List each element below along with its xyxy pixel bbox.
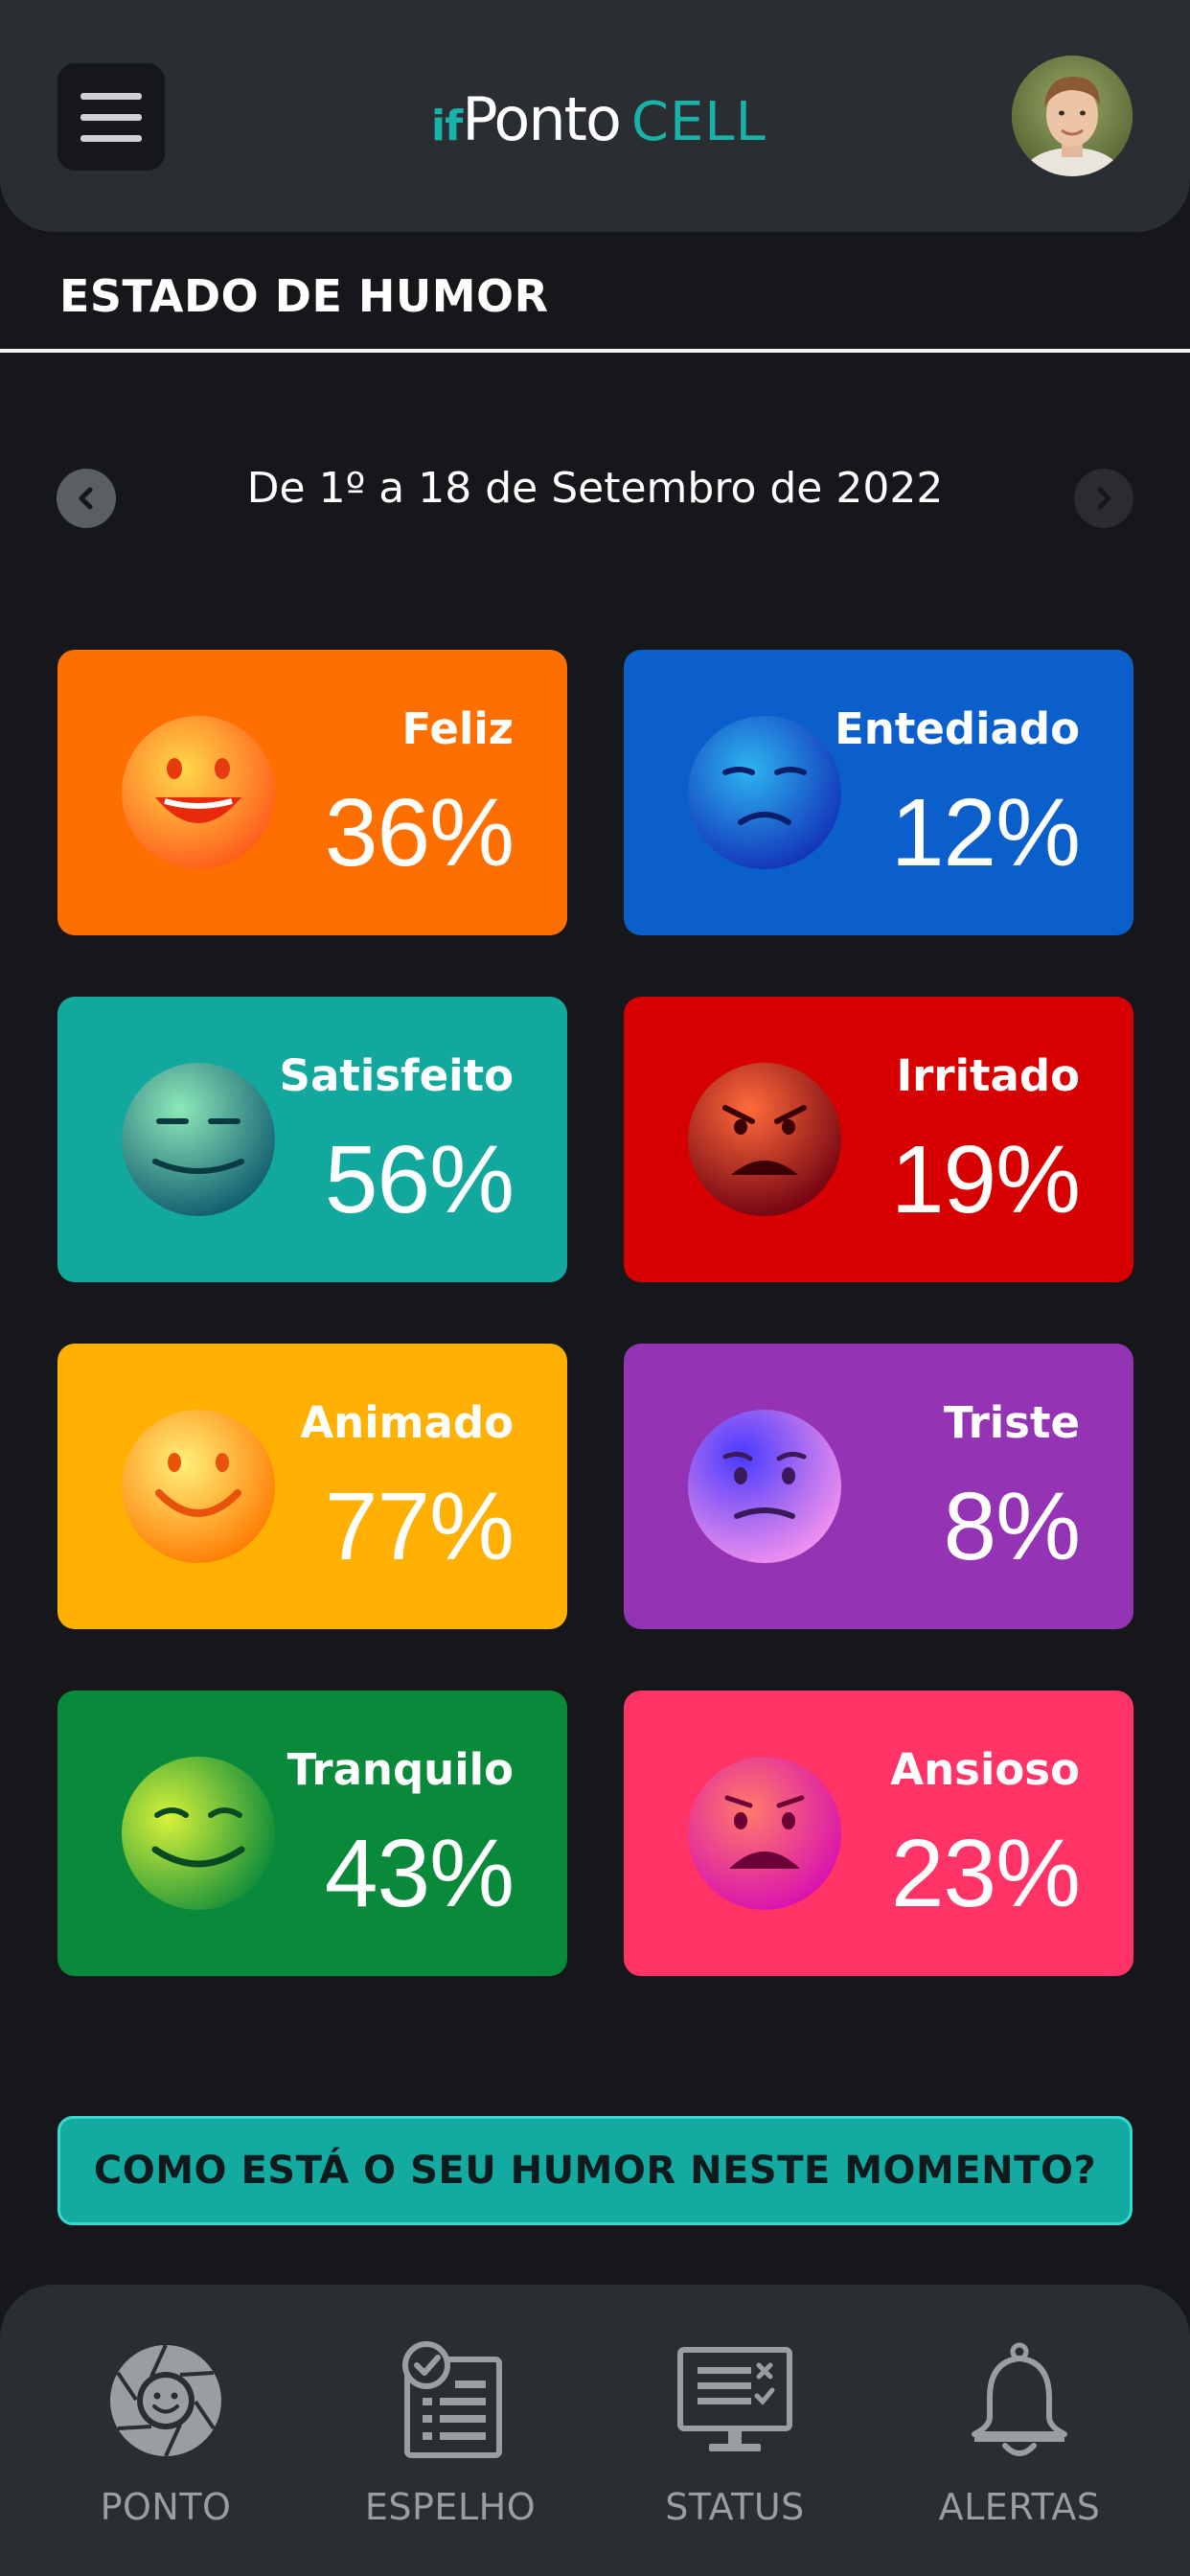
mood-label: Entediado: [835, 703, 1080, 754]
excited-face-icon: [121, 1409, 276, 1564]
user-avatar[interactable]: [1012, 56, 1133, 176]
mood-card-ansioso[interactable]: Ansioso 23%: [624, 1690, 1133, 1976]
mood-card-triste[interactable]: Triste 8%: [624, 1344, 1133, 1629]
satisfied-face-icon: [121, 1062, 276, 1217]
mood-label: Triste: [943, 1397, 1080, 1448]
mood-percent: 56%: [324, 1126, 515, 1233]
mood-percent: 8%: [943, 1473, 1081, 1580]
logo-if-text: if: [431, 102, 463, 150]
sad-face-icon: [687, 1409, 842, 1564]
previous-period-button[interactable]: [57, 469, 116, 528]
logo-cell-text: CELL: [630, 91, 767, 153]
mood-percent: 36%: [324, 779, 515, 886]
angry-face-icon: [687, 1062, 842, 1217]
bottom-navigation: PONTO ESPELHO STATUS ALERTAS: [0, 2285, 1190, 2576]
mood-card-entediado[interactable]: Entediado 12%: [624, 650, 1133, 935]
anxious-face-icon: [687, 1756, 842, 1911]
mood-card-feliz[interactable]: Feliz 36%: [57, 650, 567, 935]
mood-percent: 23%: [890, 1820, 1081, 1927]
nav-item-ponto[interactable]: PONTO: [51, 2338, 281, 2530]
mood-percent: 43%: [324, 1820, 515, 1927]
app-header: if Ponto CELL: [0, 0, 1190, 232]
nav-label: PONTO: [100, 2486, 232, 2528]
app-logo: if Ponto CELL: [431, 84, 766, 155]
page-title: ESTADO DE HUMOR: [59, 270, 549, 322]
next-period-button[interactable]: [1074, 469, 1133, 528]
nav-label: STATUS: [665, 2486, 805, 2528]
mood-label: Satisfeito: [279, 1050, 514, 1101]
mood-percent: 77%: [324, 1473, 515, 1580]
mood-card-irritado[interactable]: Irritado 19%: [624, 997, 1133, 1282]
mood-card-tranquilo[interactable]: Tranquilo 43%: [57, 1690, 567, 1976]
chevron-left-icon: [79, 487, 93, 510]
mood-label: Tranquilo: [286, 1744, 514, 1795]
camera-face-icon: [103, 2338, 228, 2463]
mood-label: Animado: [300, 1397, 514, 1448]
happy-face-icon: [121, 715, 276, 870]
calm-face-icon: [121, 1756, 276, 1911]
mood-percent: 12%: [890, 779, 1081, 886]
date-range-label: De 1º a 18 de Setembro de 2022: [246, 464, 944, 513]
mood-label: Feliz: [401, 703, 514, 754]
hamburger-menu-icon[interactable]: [57, 63, 165, 171]
checklist-document-icon: [388, 2338, 513, 2463]
nav-item-status[interactable]: STATUS: [620, 2338, 850, 2530]
nav-item-alertas[interactable]: ALERTAS: [904, 2338, 1134, 2530]
mood-report-screen: if Ponto CELL ESTADO DE HUMOR De 1º a 18…: [0, 0, 1190, 2576]
chevron-right-icon: [1097, 487, 1111, 510]
mood-label: Ansioso: [890, 1744, 1080, 1795]
bell-icon: [957, 2338, 1082, 2463]
bored-face-icon: [687, 715, 842, 870]
monitor-status-icon: [673, 2338, 797, 2463]
logo-ponto-text: Ponto: [462, 84, 622, 154]
title-divider: [0, 349, 1190, 353]
nav-label: ESPELHO: [364, 2486, 537, 2528]
mood-check-in-button[interactable]: COMO ESTÁ O SEU HUMOR NESTE MOMENTO?: [57, 2116, 1133, 2225]
mood-card-animado[interactable]: Animado 77%: [57, 1344, 567, 1629]
nav-item-espelho[interactable]: ESPELHO: [335, 2338, 565, 2530]
mood-card-satisfeito[interactable]: Satisfeito 56%: [57, 997, 567, 1282]
mood-percent: 19%: [890, 1126, 1081, 1233]
mood-label: Irritado: [896, 1050, 1080, 1101]
nav-label: ALERTAS: [938, 2486, 1101, 2528]
